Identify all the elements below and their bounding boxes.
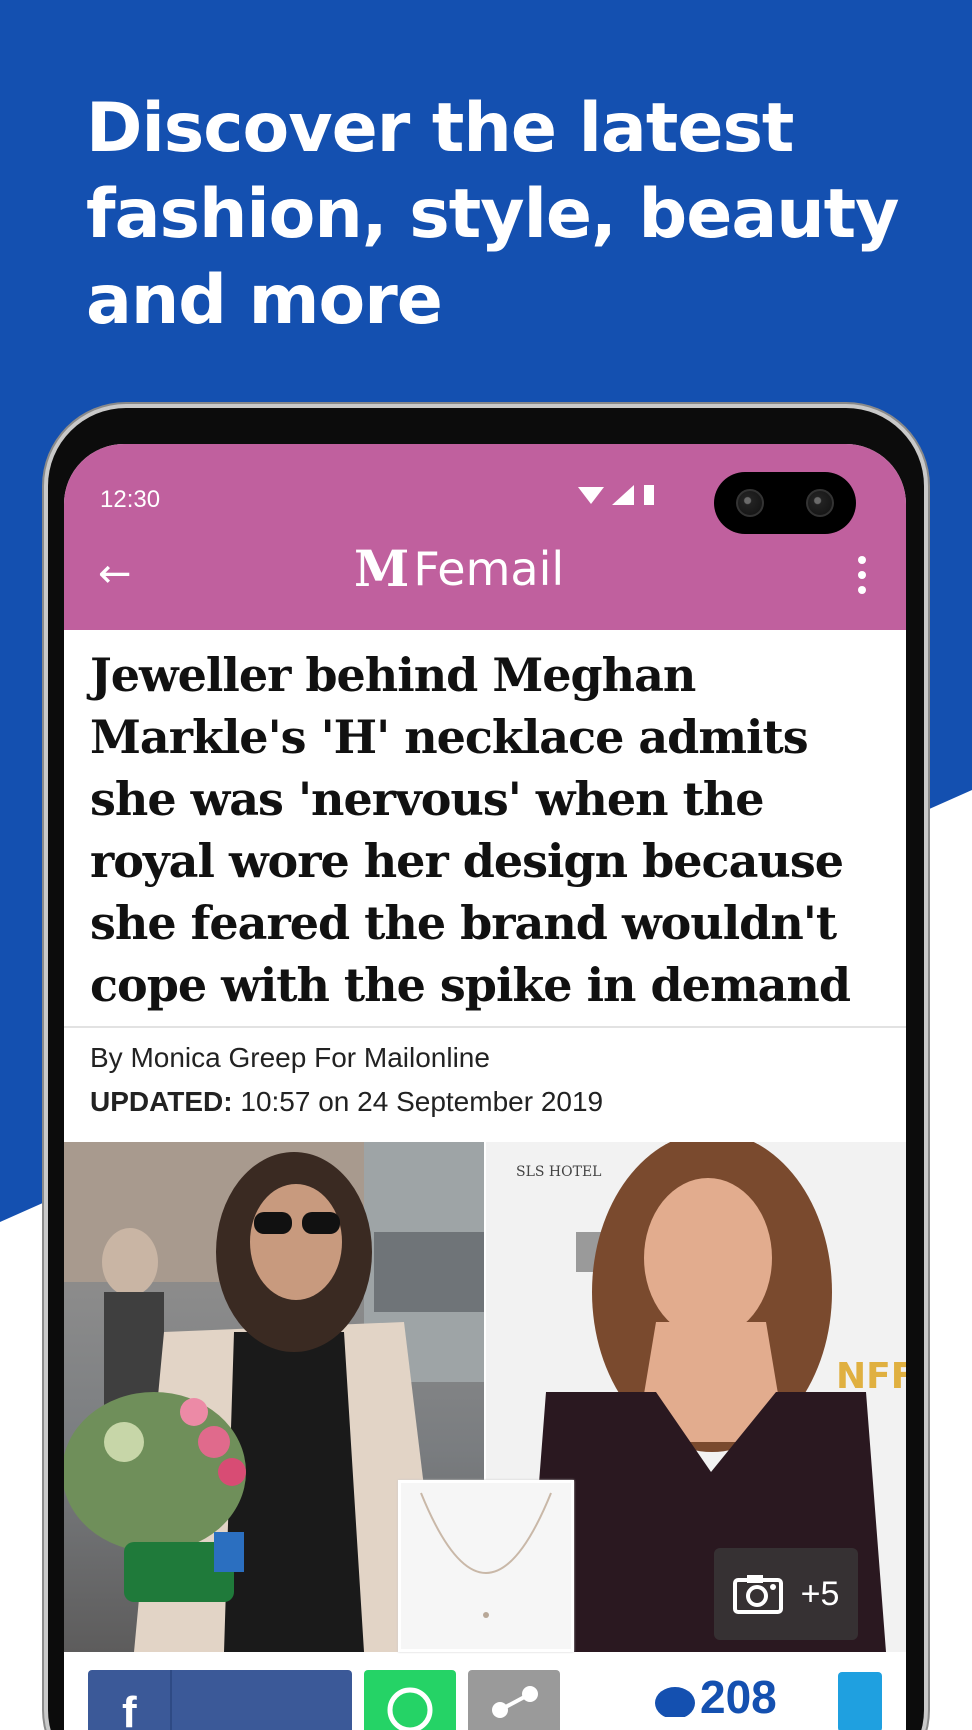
femail-logo: M Femail [354, 539, 565, 598]
power-button [924, 720, 930, 836]
updated-label: UPDATED: [90, 1086, 233, 1117]
more-share-button[interactable] [838, 1672, 882, 1730]
camera-icon [732, 1575, 783, 1614]
article-title: Jeweller behind Meghan Markle's 'H' neck… [90, 648, 851, 1012]
facebook-share-button[interactable]: f [88, 1670, 352, 1730]
battery-icon [644, 485, 654, 505]
daily-mail-logo-mark: M [354, 539, 409, 598]
section-name: Femail [413, 542, 565, 596]
camera-cutout [714, 472, 856, 534]
app-bar: 12:30 ← M Femail [64, 444, 906, 630]
share-icon [492, 1686, 538, 1718]
phone-screen: 12:30 ← M Femail Jeweller behind Meghan … [64, 444, 906, 1730]
facebook-divider [170, 1670, 172, 1730]
share-bar: f 208 [64, 1660, 906, 1730]
article-updated: UPDATED: 10:57 on 24 September 2019 [90, 1086, 603, 1118]
promo-headline: Discover the latest fashion, style, beau… [86, 89, 899, 340]
more-vert-icon[interactable] [858, 556, 868, 594]
share-button[interactable] [468, 1670, 560, 1730]
updated-value: 10:57 on 24 September 2019 [240, 1086, 604, 1117]
wifi-icon [578, 487, 604, 504]
front-camera-icon [736, 489, 764, 517]
whatsapp-share-button[interactable] [364, 1670, 456, 1730]
divider [64, 1026, 906, 1028]
comments-count: 208 [700, 1671, 777, 1723]
phone-frame: 12:30 ← M Femail Jeweller behind Meghan … [48, 408, 924, 1730]
photo-banner-text: NFF [836, 1356, 906, 1397]
facebook-icon: f [122, 1688, 137, 1730]
signal-icon [612, 485, 634, 505]
back-arrow-icon[interactable]: ← [98, 554, 132, 594]
comments-button[interactable]: 208 [654, 1662, 777, 1730]
gallery-count: +5 [800, 1574, 840, 1613]
necklace-inset-image [398, 1480, 574, 1652]
status-icons [578, 484, 656, 506]
photo-sign-text: SLS HOTEL [516, 1164, 601, 1180]
whatsapp-icon [387, 1687, 433, 1730]
necklace-illustration [420, 1492, 552, 1618]
gallery-badge[interactable]: +5 [714, 1548, 858, 1640]
status-time: 12:30 [100, 486, 161, 513]
article-byline[interactable]: By Monica Greep For Mailonline [90, 1042, 490, 1074]
comment-bubble-icon [655, 1687, 695, 1717]
front-camera-icon [806, 489, 834, 517]
